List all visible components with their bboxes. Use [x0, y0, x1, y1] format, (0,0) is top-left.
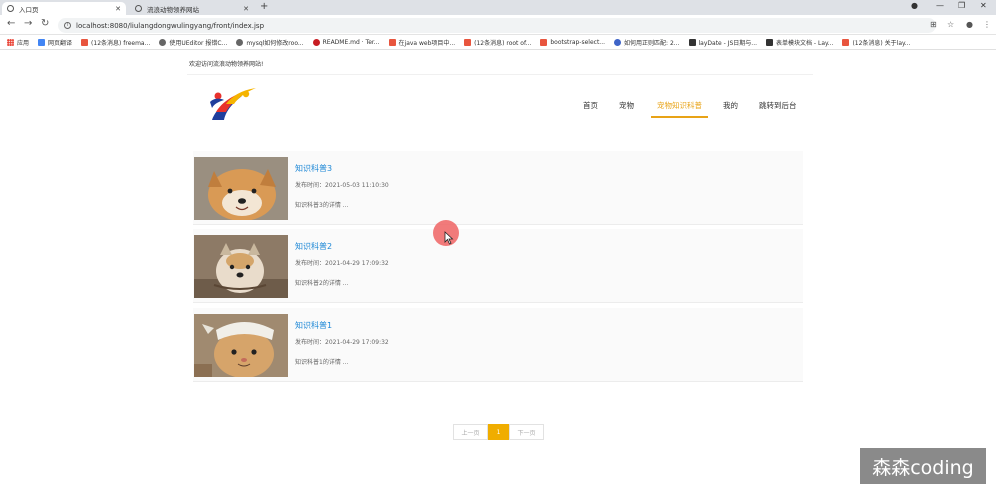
next-page-button[interactable]: 下一页 [509, 424, 544, 440]
article-desc: 知识科普1的详情 ... [295, 359, 349, 366]
globe-icon [7, 5, 14, 12]
bookmark-item[interactable]: 网页翻译 [38, 38, 72, 47]
nav-home[interactable]: 首页 [583, 100, 598, 118]
list-item[interactable]: 知识科普2 发布时间：2021-04-29 17:09:32 知识科普2的详情 … [193, 229, 803, 303]
list-item[interactable]: 知识科普1 发布时间：2021-04-29 17:09:32 知识科普1的详情 … [193, 308, 803, 382]
new-tab-button[interactable]: + [260, 1, 268, 12]
back-arrow-icon[interactable]: ← [7, 18, 15, 29]
bookmark-label: 网页翻译 [48, 39, 73, 47]
article-thumbnail[interactable] [194, 157, 288, 220]
translate-icon[interactable]: ⊞ [930, 20, 937, 29]
layui-favicon-icon [766, 38, 774, 46]
browser-tab[interactable]: 流浪动物领养网站 ✕ [130, 2, 254, 15]
watermark-overlay: 森森coding [860, 448, 986, 484]
bookmark-item[interactable]: README.md · Ter... [312, 38, 380, 46]
browser-toolbar: ← → ↻ i localhost:8080/liulangdongwuling… [0, 15, 996, 35]
regex-favicon-icon [614, 38, 622, 46]
github-favicon-icon [159, 38, 167, 46]
csdn-favicon-icon [842, 38, 850, 46]
bookmark-label: layDate - JS日期与... [698, 39, 758, 47]
article-title[interactable]: 知识科普2 [295, 241, 332, 252]
forward-arrow-icon[interactable]: → [24, 18, 32, 29]
bookmark-label: 如何用正则匹配: 2... [624, 39, 680, 47]
bookmark-item[interactable]: bootstrap-select... [540, 38, 606, 46]
github-favicon-icon [236, 38, 244, 46]
pagination: 上一页 1 下一页 [453, 424, 544, 440]
tab-title: 入口页 [19, 5, 39, 14]
nav-mine[interactable]: 我的 [723, 100, 738, 118]
star-icon[interactable]: ☆ [947, 20, 954, 29]
reload-icon[interactable]: ↻ [41, 18, 49, 29]
close-window-button[interactable]: ✕ [980, 1, 987, 10]
bookmark-item[interactable]: (12条消息) root of... [464, 38, 531, 47]
mouse-pointer-icon [444, 231, 454, 245]
profile-icon[interactable]: ● [911, 1, 918, 10]
translate-favicon-icon [38, 38, 46, 46]
browser-tab-bar: 入口页 ✕ 流浪动物领养网站 ✕ + ● — ❐ ✕ [0, 0, 996, 15]
bookmark-label: README.md · Ter... [322, 38, 380, 46]
address-bar[interactable]: i localhost:8080/liulangdongwulingyang/f… [58, 18, 936, 33]
article-desc: 知识科普3的详情 ... [295, 202, 349, 209]
csdn-favicon-icon [388, 38, 396, 46]
article-thumbnail[interactable] [194, 314, 288, 377]
bookmark-label: bootstrap-select... [550, 38, 606, 46]
bookmark-item[interactable]: mysql如何修改roo... [236, 38, 304, 47]
article-desc: 知识科普2的详情 ... [295, 280, 349, 287]
bookmark-item[interactable]: 如何用正则匹配: 2... [614, 38, 680, 47]
header-divider [187, 74, 813, 75]
bookmark-item[interactable]: (12条消息) freema... [81, 38, 150, 47]
apps-grid-icon [7, 38, 14, 46]
url-text: localhost:8080/liulangdongwulingyang/fro… [76, 21, 265, 30]
nav-pets[interactable]: 宠物 [619, 100, 634, 118]
bookmark-apps[interactable]: 应用 [7, 38, 29, 47]
bookmark-item[interactable]: (12条消息) 关于lay... [842, 38, 910, 47]
bookmark-label: 使用UEditor 报错C... [169, 39, 228, 47]
info-icon[interactable]: i [64, 22, 71, 29]
bookmark-label: 在java web项目中... [398, 39, 456, 47]
site-logo[interactable] [206, 82, 258, 124]
current-page-button[interactable]: 1 [488, 424, 509, 440]
csdn-favicon-icon [81, 38, 89, 46]
bookmark-label: 表单模块文档 - Lay... [776, 39, 834, 47]
account-icon[interactable]: ● [966, 20, 973, 29]
bookmark-item[interactable]: 表单模块文档 - Lay... [766, 38, 833, 47]
bookmark-label: (12条消息) root of... [474, 39, 532, 47]
nav-admin[interactable]: 跳转到后台 [759, 100, 797, 118]
list-item[interactable]: 知识科普3 发布时间：2021-05-03 11:10:30 知识科普3的详情 … [193, 151, 803, 225]
minimize-button[interactable]: — [936, 1, 944, 10]
more-menu-icon[interactable]: ⋮ [983, 20, 991, 29]
article-title[interactable]: 知识科普3 [295, 163, 332, 174]
article-time: 发布时间：2021-04-29 17:09:32 [295, 339, 389, 346]
bookmark-item[interactable]: 在java web项目中... [388, 38, 456, 47]
nav-pet-knowledge[interactable]: 宠物知识科普 [651, 100, 708, 118]
layui-favicon-icon [688, 38, 696, 46]
article-time: 发布时间：2021-04-29 17:09:32 [295, 260, 389, 267]
close-tab-icon[interactable]: ✕ [243, 5, 249, 13]
maximize-button[interactable]: ❐ [958, 1, 965, 10]
bookmark-label: (12条消息) 关于lay... [852, 39, 911, 47]
bookmark-item[interactable]: layDate - JS日期与... [688, 38, 758, 47]
browser-tab-active[interactable]: 入口页 ✕ [2, 2, 126, 15]
bookmark-label: 应用 [17, 39, 30, 47]
close-tab-icon[interactable]: ✕ [115, 5, 121, 13]
bookmark-item[interactable]: 使用UEditor 报错C... [159, 38, 227, 47]
bookmark-label: mysql如何修改roo... [246, 39, 304, 47]
article-time: 发布时间：2021-05-03 11:10:30 [295, 182, 389, 189]
bookmarks-bar: 应用 网页翻译 (12条消息) freema... 使用UEditor 报错C.… [0, 35, 996, 50]
bookmark-label: (12条消息) freema... [91, 39, 151, 47]
bootstrap-favicon-icon [540, 38, 548, 46]
tab-title: 流浪动物领养网站 [147, 5, 199, 14]
prev-page-button[interactable]: 上一页 [453, 424, 488, 440]
csdn-favicon-icon [464, 38, 472, 46]
globe-icon [135, 5, 142, 12]
article-thumbnail[interactable] [194, 235, 288, 298]
welcome-text: 欢迎访问流浪动物领养网站! [189, 61, 264, 68]
gitee-favicon-icon [312, 38, 320, 46]
article-title[interactable]: 知识科普1 [295, 320, 332, 331]
